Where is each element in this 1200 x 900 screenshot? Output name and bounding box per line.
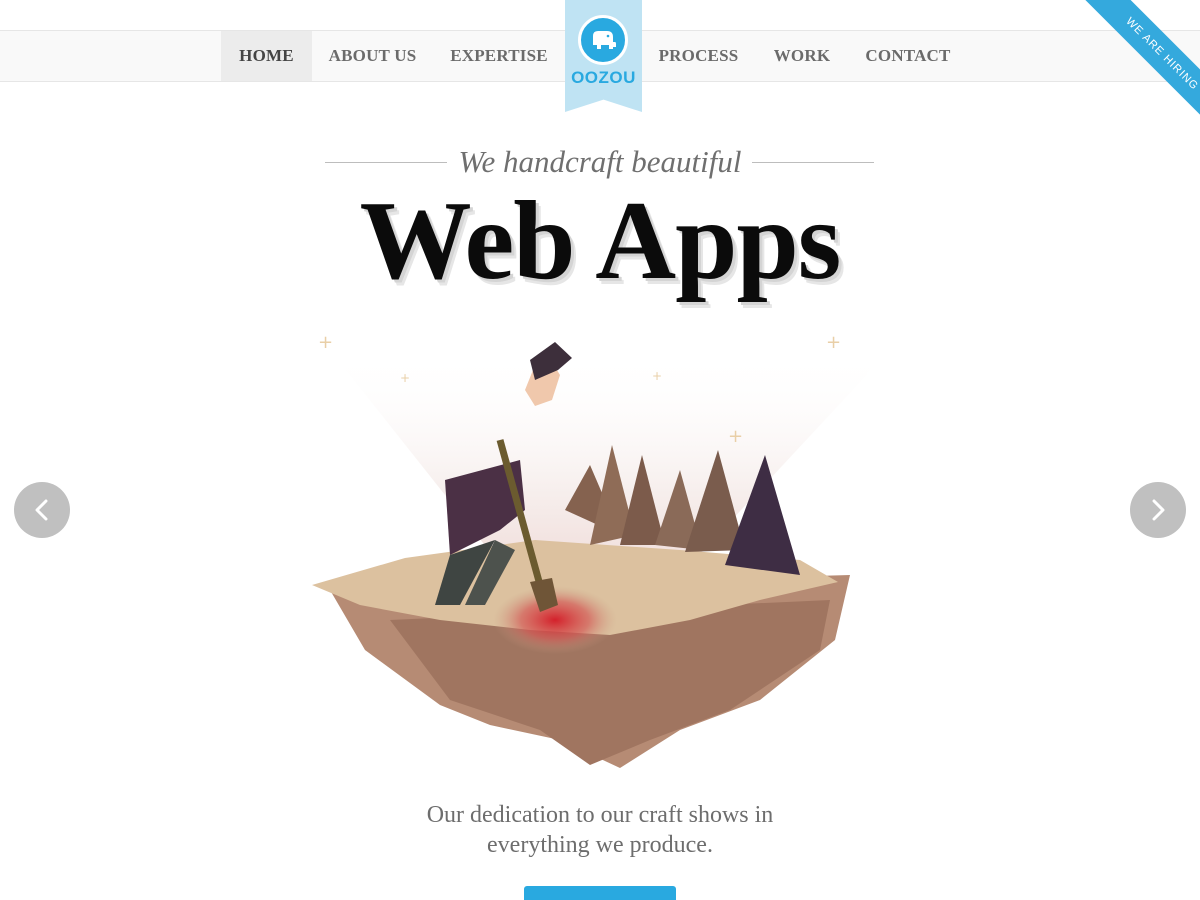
svg-text:+: + [728, 426, 743, 447]
svg-text:+: + [318, 332, 333, 353]
hero-description-line-1: Our dedication to our craft shows in [426, 802, 774, 828]
svg-text:+: + [652, 369, 662, 383]
logo-wordmark: OOZOU [571, 68, 636, 87]
hero-headline: Web Apps [359, 179, 842, 303]
hiring-ribbon[interactable]: WE ARE HIRING [1060, 0, 1200, 140]
nav-item-home[interactable]: HOME [221, 31, 312, 81]
elephant-icon [593, 31, 616, 49]
slider-prev-button[interactable] [14, 482, 70, 538]
nav-item-about-us[interactable]: ABOUT US [316, 31, 429, 81]
hero-illustration: + + + + + [312, 332, 890, 768]
hero-description-line-2: everything we produce. [487, 832, 713, 858]
svg-text:+: + [400, 371, 410, 385]
svg-text:+: + [826, 332, 841, 353]
nav-item-contact[interactable]: CONTACT [855, 31, 961, 81]
nav-item-process[interactable]: PROCESS [648, 31, 749, 81]
hero-tagline: We handcraft beautiful [458, 144, 742, 179]
tagline-rule-right [752, 162, 874, 163]
hiring-ribbon-label[interactable]: WE ARE HIRING [1079, 0, 1200, 137]
logo-badge [578, 15, 628, 65]
chevron-right-icon [1152, 499, 1165, 521]
chevron-left-icon [35, 499, 48, 521]
hero-description: Our dedication to our craft shows in eve… [340, 800, 860, 860]
slider-next-button[interactable] [1130, 482, 1186, 538]
logo-link[interactable]: OOZOU [565, 0, 642, 112]
nav-item-work[interactable]: WORK [763, 31, 841, 81]
nav-item-expertise[interactable]: EXPERTISE [437, 31, 561, 81]
hero-cta-button[interactable] [524, 886, 676, 900]
tagline-rule-left [325, 162, 447, 163]
